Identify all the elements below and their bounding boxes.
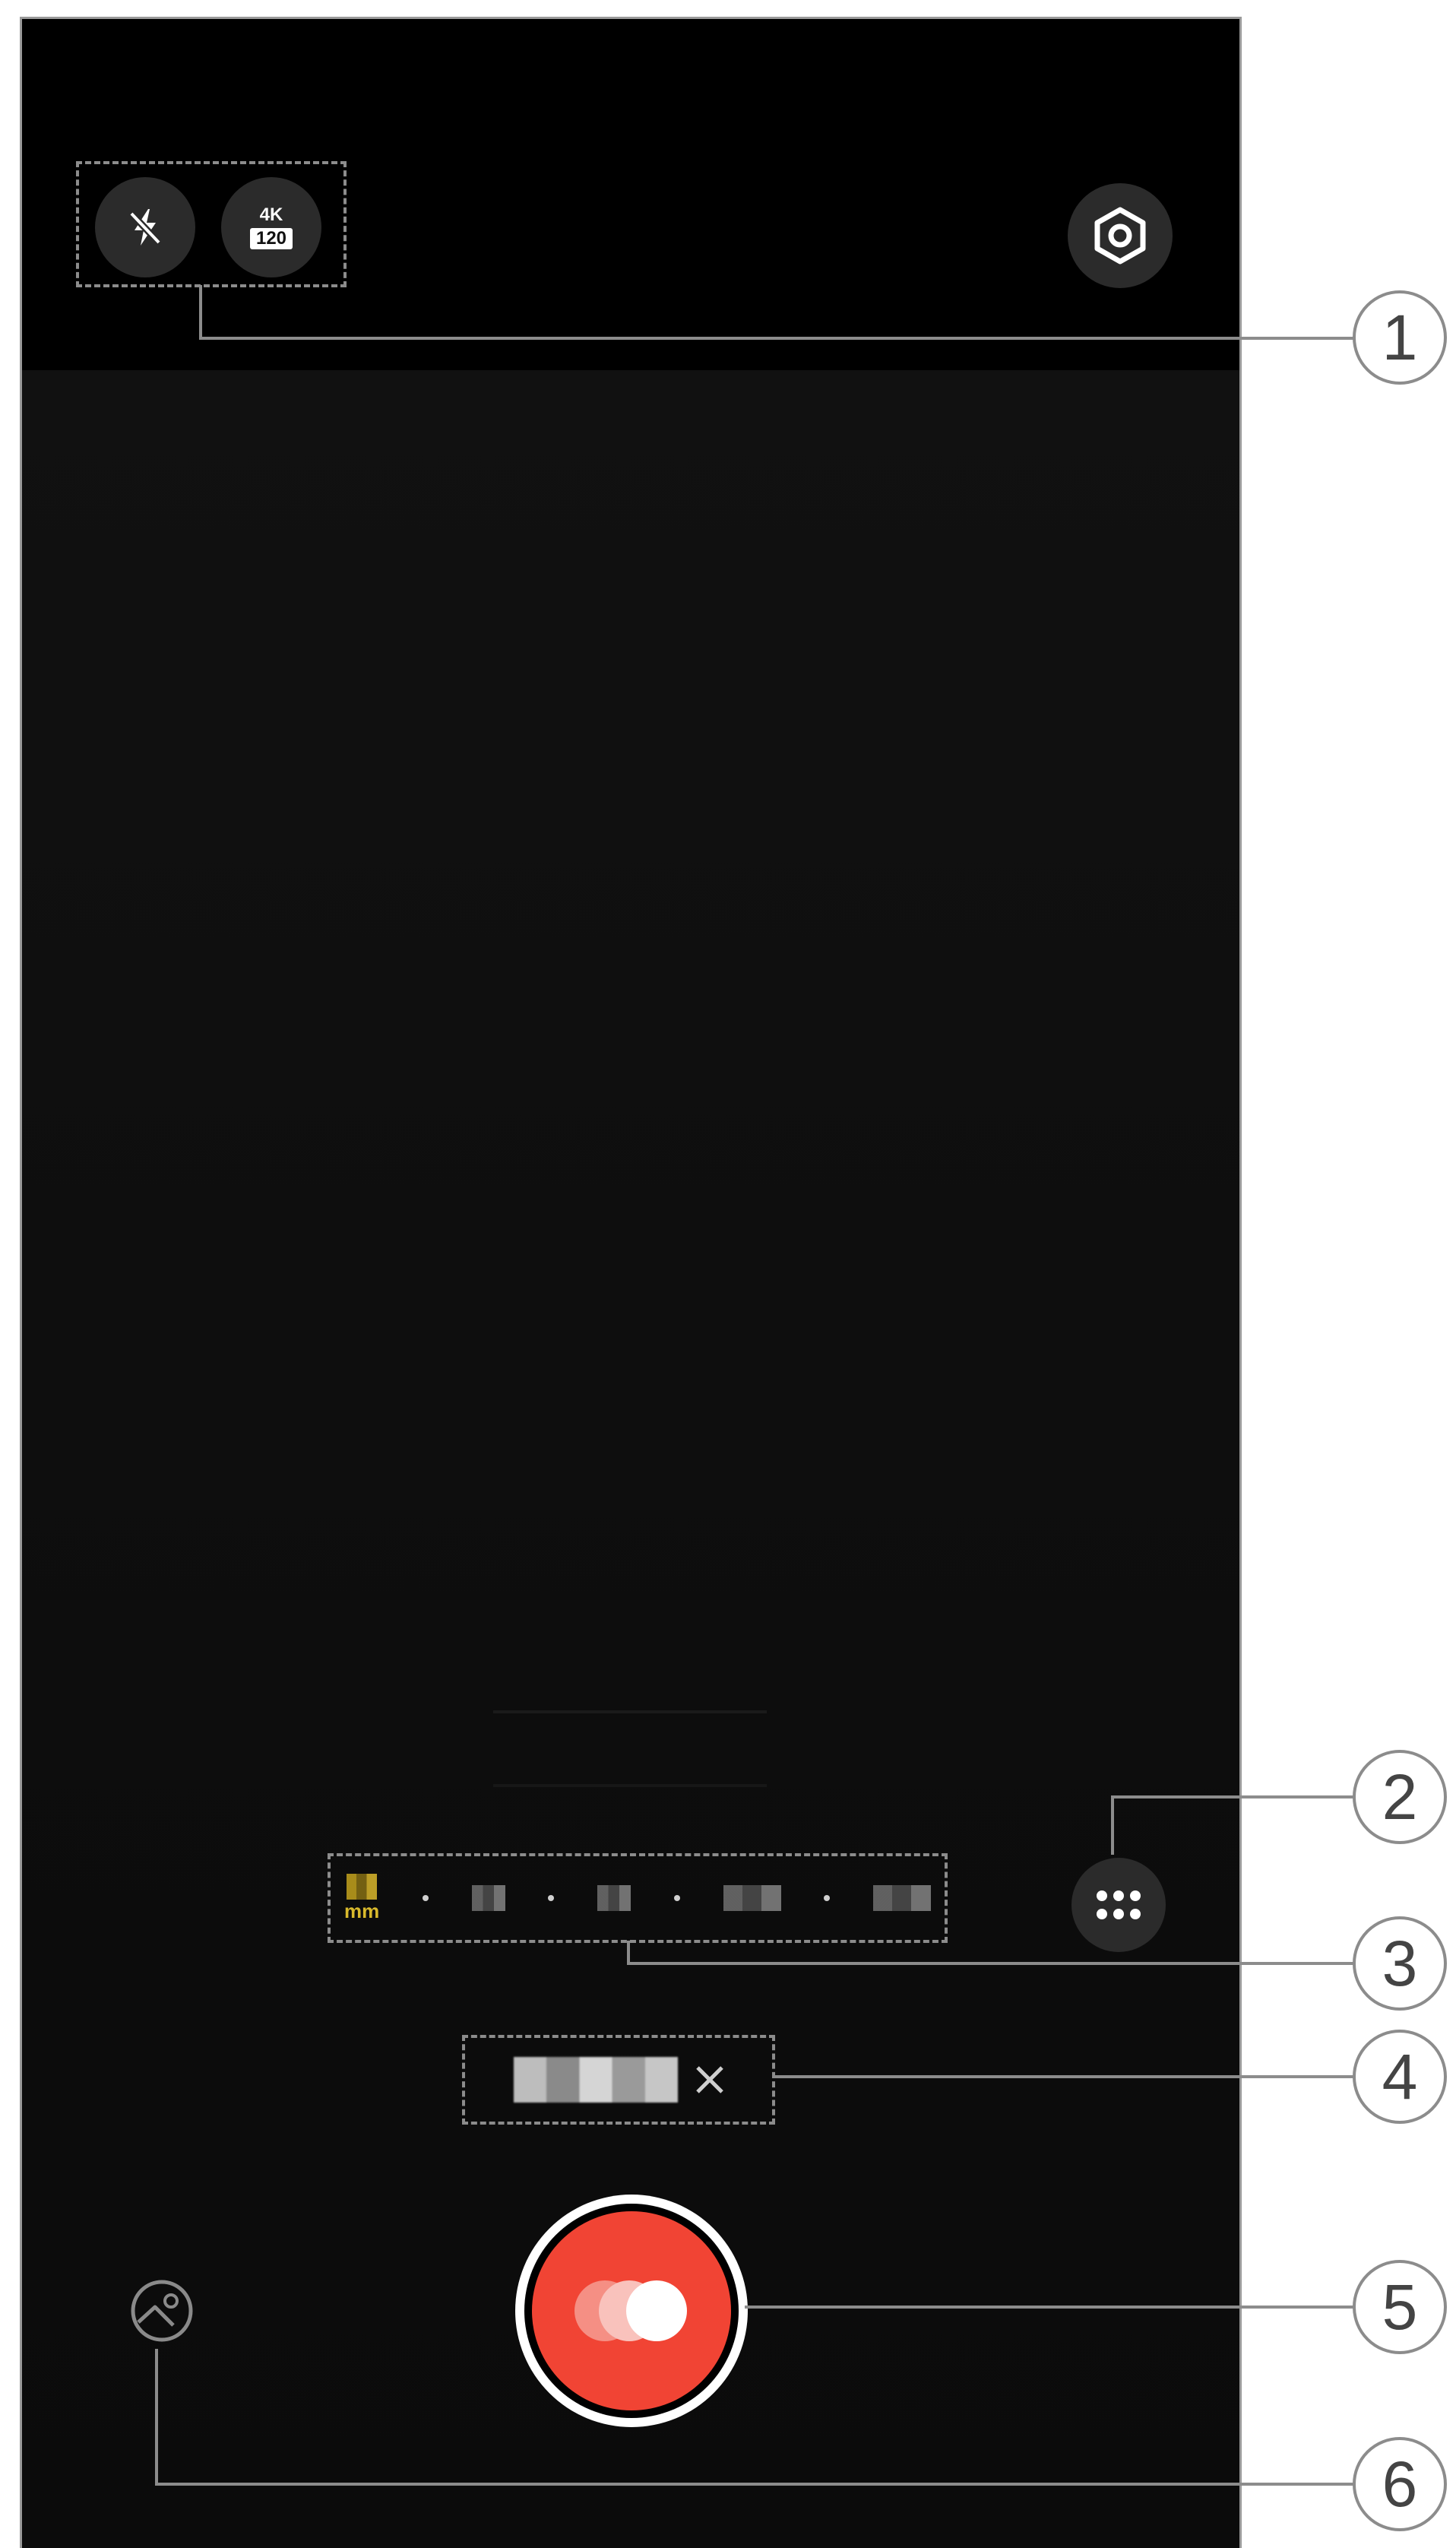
leader-line-1 [199,285,202,340]
zoom-value-obscured [723,1885,781,1911]
zoom-unit-label: mm [344,1899,380,1922]
gallery-icon [131,2280,193,2342]
viewfinder-guide-line [493,1784,767,1787]
camera-screen: 4K 120 mm [20,17,1242,2548]
zoom-selector: mm [328,1853,948,1943]
record-button-icon [574,2280,687,2341]
mode-chip [462,2035,775,2125]
record-button-fill [532,2211,731,2410]
zoom-value-obscured [873,1885,931,1911]
viewfinder-guide-line [493,1710,767,1713]
record-button-ring [524,2204,739,2418]
zoom-separator [824,1895,831,1901]
settings-button[interactable] [1068,183,1173,288]
leader-line-5 [745,2306,1354,2309]
flash-off-icon [128,209,162,246]
callout-5: 5 [1353,2260,1447,2354]
resolution-bottom: 120 [249,227,293,249]
zoom-option-active[interactable]: mm [344,1871,379,1925]
leader-line-1 [199,337,1354,340]
leader-line-6 [155,2483,1354,2486]
callout-1: 1 [1353,290,1447,385]
callout-6: 6 [1353,2437,1447,2531]
zoom-separator [673,1895,680,1901]
callout-2: 2 [1353,1750,1447,1844]
zoom-value-obscured [347,1873,378,1900]
mode-label-obscured [514,2057,678,2103]
resolution-top: 4K [259,204,283,225]
zoom-option[interactable] [597,1871,631,1925]
hexagon-settings-icon [1094,207,1146,265]
leader-line-4 [772,2075,1354,2078]
more-options-button[interactable] [1071,1858,1166,1952]
leader-line-6 [155,2349,158,2484]
zoom-separator [422,1895,429,1901]
resolution-button[interactable]: 4K 120 [221,177,321,277]
zoom-option[interactable] [873,1871,931,1925]
resolution-label: 4K 120 [249,204,293,249]
zoom-option[interactable] [723,1871,781,1925]
zoom-value-obscured [597,1885,631,1911]
zoom-option[interactable] [471,1871,505,1925]
close-icon[interactable] [693,2063,726,2096]
zoom-separator [548,1895,555,1901]
record-button[interactable] [515,2195,748,2427]
zoom-value-obscured [471,1885,505,1911]
leader-line-3 [627,1962,1354,1965]
gallery-button[interactable] [124,2273,200,2349]
callout-4: 4 [1353,2030,1447,2124]
leader-line-2 [1111,1795,1114,1855]
grid-dots-icon [1097,1890,1141,1919]
leader-line-2 [1111,1795,1354,1798]
callout-3: 3 [1353,1916,1447,2011]
flash-button[interactable] [95,177,195,277]
